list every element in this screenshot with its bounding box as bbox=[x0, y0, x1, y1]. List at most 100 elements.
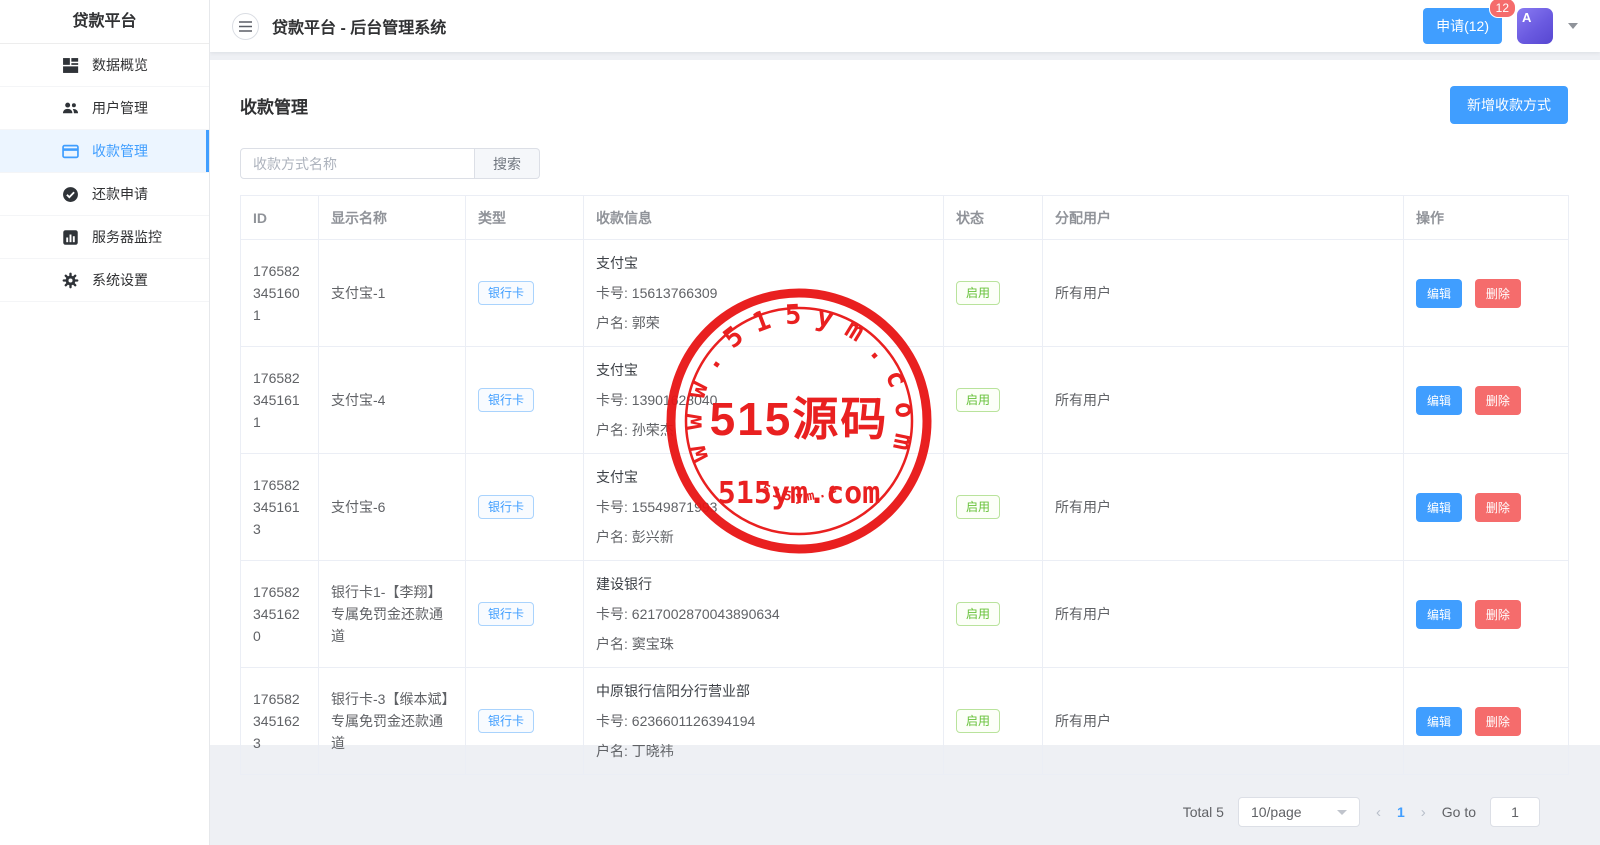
cell-id: 1765823451611 bbox=[241, 347, 319, 454]
payment-card-number: 卡号: 6217002870043890634 bbox=[596, 599, 931, 629]
cell-display-name: 支付宝-6 bbox=[319, 454, 466, 561]
cell-assigned-users: 所有用户 bbox=[1043, 240, 1404, 347]
sidebar-item-repayment-application[interactable]: 还款申请 bbox=[0, 173, 209, 216]
cell-id: 1765823451613 bbox=[241, 454, 319, 561]
cell-status: 启用 bbox=[944, 561, 1043, 668]
main-content: 收款管理 新增收款方式 搜索 ID 显示名称 类型 收款信息 状态 分配用户 操… bbox=[210, 60, 1600, 745]
cell-assigned-users: 所有用户 bbox=[1043, 561, 1404, 668]
cell-payment-info: 支付宝 卡号: 13901628040 户名: 孙荣杰 bbox=[584, 347, 944, 454]
cell-display-name: 银行卡1-【李翔】专属免罚金还款通道 bbox=[319, 561, 466, 668]
sidebar-item-system-settings[interactable]: 系统设置 bbox=[0, 259, 209, 302]
cell-type: 银行卡 bbox=[466, 454, 584, 561]
page-title: 收款管理 bbox=[240, 93, 308, 118]
table-row: 1765823451620 银行卡1-【李翔】专属免罚金还款通道 银行卡 建设银… bbox=[241, 561, 1569, 668]
type-tag: 银行卡 bbox=[478, 388, 534, 412]
delete-button[interactable]: 删除 bbox=[1475, 493, 1521, 522]
app-logo: 贷款平台 bbox=[0, 0, 209, 44]
payment-card-number: 卡号: 6236601126394194 bbox=[596, 706, 931, 736]
sidebar: 贷款平台 数据概览 用户管理 收款管理 还款申请 bbox=[0, 0, 210, 845]
status-badge: 启用 bbox=[956, 709, 1000, 733]
app-title: 贷款平台 - 后台管理系统 bbox=[272, 14, 446, 38]
applications-button[interactable]: 申请(12) 12 bbox=[1423, 8, 1502, 44]
gear-icon bbox=[62, 272, 79, 289]
payment-holder-name: 户名: 郭荣 bbox=[596, 308, 931, 338]
cell-payment-info: 建设银行 卡号: 6217002870043890634 户名: 窦宝珠 bbox=[584, 561, 944, 668]
search-button[interactable]: 搜索 bbox=[475, 148, 540, 179]
edit-button[interactable]: 编辑 bbox=[1416, 386, 1462, 415]
type-tag: 银行卡 bbox=[478, 602, 534, 626]
cell-actions: 编辑 删除 bbox=[1404, 561, 1569, 668]
notification-badge: 12 bbox=[1489, 0, 1516, 18]
prev-page-button[interactable]: ‹ bbox=[1374, 804, 1383, 821]
cell-id: 1765823451623 bbox=[241, 668, 319, 775]
sidebar-item-payment-management[interactable]: 收款管理 bbox=[0, 130, 209, 173]
edit-button[interactable]: 编辑 bbox=[1416, 279, 1462, 308]
goto-page-input[interactable] bbox=[1490, 797, 1540, 827]
payment-holder-name: 户名: 丁晓祎 bbox=[596, 736, 931, 766]
user-avatar[interactable]: A bbox=[1517, 8, 1553, 44]
column-header-id: ID bbox=[241, 196, 319, 240]
delete-button[interactable]: 删除 bbox=[1475, 279, 1521, 308]
sidebar-item-data-overview[interactable]: 数据概览 bbox=[0, 44, 209, 87]
cell-display-name: 支付宝-4 bbox=[319, 347, 466, 454]
payment-card-number: 卡号: 15549871993 bbox=[596, 492, 931, 522]
chevron-down-icon bbox=[1337, 810, 1347, 815]
payment-card-number: 卡号: 15613766309 bbox=[596, 278, 931, 308]
cell-actions: 编辑 删除 bbox=[1404, 347, 1569, 454]
payment-methods-table: ID 显示名称 类型 收款信息 状态 分配用户 操作 1765823451601… bbox=[240, 195, 1569, 775]
cell-type: 银行卡 bbox=[466, 347, 584, 454]
payment-info-title: 中原银行信阳分行营业部 bbox=[596, 676, 931, 706]
payment-info-title: 建设银行 bbox=[596, 569, 931, 599]
cell-type: 银行卡 bbox=[466, 668, 584, 775]
payment-holder-name: 户名: 窦宝珠 bbox=[596, 629, 931, 659]
column-header-status: 状态 bbox=[944, 196, 1043, 240]
page-size-select[interactable]: 10/page bbox=[1238, 797, 1360, 827]
edit-button[interactable]: 编辑 bbox=[1416, 600, 1462, 629]
add-payment-method-button[interactable]: 新增收款方式 bbox=[1450, 86, 1568, 124]
users-icon bbox=[62, 100, 79, 117]
sidebar-item-label: 用户管理 bbox=[92, 98, 148, 118]
cell-actions: 编辑 删除 bbox=[1404, 454, 1569, 561]
cell-payment-info: 支付宝 卡号: 15549871993 户名: 彭兴新 bbox=[584, 454, 944, 561]
delete-button[interactable]: 删除 bbox=[1475, 707, 1521, 736]
delete-button[interactable]: 删除 bbox=[1475, 386, 1521, 415]
cell-status: 启用 bbox=[944, 347, 1043, 454]
edit-button[interactable]: 编辑 bbox=[1416, 707, 1462, 736]
hamburger-menu-icon[interactable] bbox=[232, 13, 259, 40]
pagination: Total 5 10/page ‹ 1 › Go to bbox=[240, 797, 1568, 827]
edit-button[interactable]: 编辑 bbox=[1416, 493, 1462, 522]
cell-actions: 编辑 删除 bbox=[1404, 668, 1569, 775]
server-monitor-icon bbox=[62, 229, 79, 246]
payment-holder-name: 户名: 彭兴新 bbox=[596, 522, 931, 552]
cell-actions: 编辑 删除 bbox=[1404, 240, 1569, 347]
delete-button[interactable]: 删除 bbox=[1475, 600, 1521, 629]
payment-info-title: 支付宝 bbox=[596, 248, 931, 278]
status-badge: 启用 bbox=[956, 495, 1000, 519]
column-header-info: 收款信息 bbox=[584, 196, 944, 240]
next-page-button[interactable]: › bbox=[1419, 804, 1428, 821]
type-tag: 银行卡 bbox=[478, 281, 534, 305]
cell-payment-info: 支付宝 卡号: 15613766309 户名: 郭荣 bbox=[584, 240, 944, 347]
search-input[interactable] bbox=[240, 148, 475, 179]
sidebar-item-label: 服务器监控 bbox=[92, 227, 162, 247]
cell-payment-info: 中原银行信阳分行营业部 卡号: 6236601126394194 户名: 丁晓祎 bbox=[584, 668, 944, 775]
sidebar-item-label: 收款管理 bbox=[92, 141, 148, 161]
column-header-name: 显示名称 bbox=[319, 196, 466, 240]
column-header-actions: 操作 bbox=[1404, 196, 1569, 240]
current-page-button[interactable]: 1 bbox=[1397, 804, 1405, 820]
cell-assigned-users: 所有用户 bbox=[1043, 347, 1404, 454]
type-tag: 银行卡 bbox=[478, 709, 534, 733]
cell-assigned-users: 所有用户 bbox=[1043, 668, 1404, 775]
cell-type: 银行卡 bbox=[466, 561, 584, 668]
sidebar-item-user-management[interactable]: 用户管理 bbox=[0, 87, 209, 130]
table-header-row: ID 显示名称 类型 收款信息 状态 分配用户 操作 bbox=[241, 196, 1569, 240]
cell-id: 1765823451601 bbox=[241, 240, 319, 347]
table-row: 1765823451613 支付宝-6 银行卡 支付宝 卡号: 15549871… bbox=[241, 454, 1569, 561]
sidebar-item-server-monitor[interactable]: 服务器监控 bbox=[0, 216, 209, 259]
sidebar-item-label: 系统设置 bbox=[92, 270, 148, 290]
check-circle-icon bbox=[62, 186, 79, 203]
user-menu-caret-icon[interactable] bbox=[1568, 23, 1578, 29]
pagination-total: Total 5 bbox=[1183, 804, 1224, 820]
status-badge: 启用 bbox=[956, 602, 1000, 626]
cell-type: 银行卡 bbox=[466, 240, 584, 347]
